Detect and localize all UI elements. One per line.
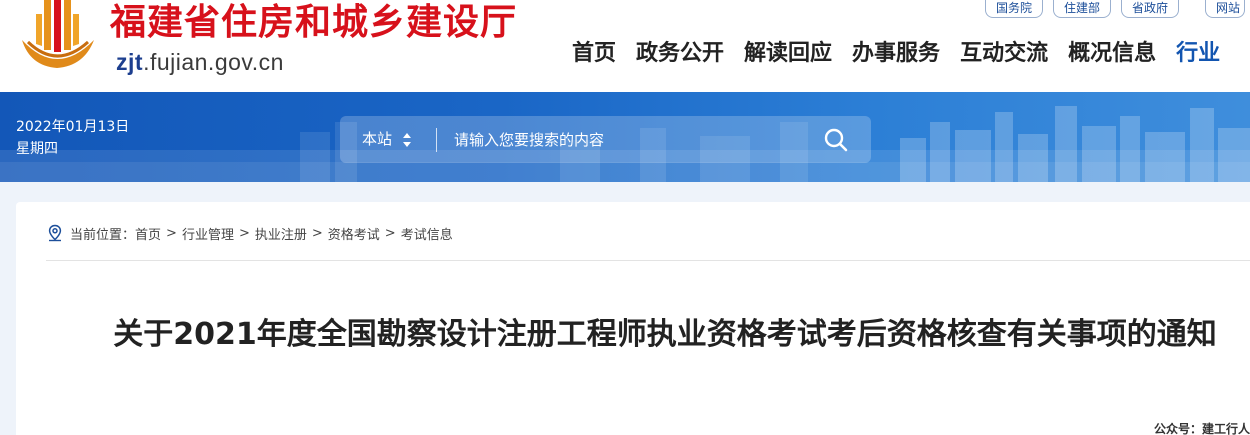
nav-item-gov-affairs[interactable]: 政务公开 (626, 38, 734, 70)
breadcrumb-item-qualification-exam[interactable]: 资格考试 (328, 224, 380, 243)
breadcrumb-separator: > (384, 225, 396, 241)
weekday-text: 星期四 (16, 141, 58, 157)
location-pin-icon (48, 224, 62, 242)
search-scope-select[interactable]: 本站 (362, 116, 392, 163)
sort-arrows-icon[interactable] (402, 131, 412, 149)
search-bar: 本站 (340, 116, 871, 163)
emblem-logo-icon[interactable] (14, 0, 100, 72)
nav-item-industry[interactable]: 行业 (1166, 38, 1230, 70)
top-link-state-council[interactable]: 国务院 (985, 0, 1044, 18)
site-header: 福建省住房和城乡建设厅 zjt.fujian.gov.cn 国务院 住建部 省政… (0, 0, 1250, 92)
search-input[interactable] (454, 126, 814, 154)
top-link-site[interactable]: 网站 (1205, 0, 1246, 18)
article-title: 关于2021年度全国勘察设计注册工程师执业资格考试考后资格核查有关事项的通知 (113, 317, 1217, 352)
search-icon[interactable] (820, 124, 852, 156)
site-title[interactable]: 福建省住房和城乡建设厅 (110, 0, 517, 44)
breadcrumb-separator: > (166, 225, 177, 241)
breadcrumb-item-exam-info[interactable]: 考试信息 (401, 224, 453, 243)
top-link-mohurd[interactable]: 住建部 (1053, 0, 1112, 18)
breadcrumb-prefix: 当前位置： (70, 227, 136, 243)
main-nav: 首页 政务公开 解读回应 办事服务 互动交流 概况信息 行业 (562, 38, 1230, 70)
nav-item-home[interactable]: 首页 (562, 38, 626, 70)
breadcrumb: 当前位置： 首页 > 行业管理 > 执业注册 > 资格考试 > 考试信息 (46, 222, 453, 244)
breadcrumb-divider (46, 260, 1250, 261)
top-links: 国务院 住建部 省政府 网站 (985, 0, 1246, 18)
search-divider (436, 128, 437, 152)
current-date: 2022年01月13日 星期四 (16, 116, 129, 160)
site-domain[interactable]: zjt.fujian.gov.cn (116, 48, 284, 76)
watermark-text: 公众号：建工行人 (1153, 422, 1250, 435)
breadcrumb-item-registration[interactable]: 执业注册 (255, 224, 307, 243)
domain-prefix: zjt (116, 49, 144, 75)
nav-item-interpretation[interactable]: 解读回应 (734, 38, 842, 70)
breadcrumb-item-industry-management[interactable]: 行业管理 (182, 224, 234, 243)
nav-item-interaction[interactable]: 互动交流 (950, 38, 1058, 70)
breadcrumb-item-home[interactable]: 首页 (135, 224, 161, 243)
breadcrumb-separator: > (311, 225, 323, 241)
nav-item-services[interactable]: 办事服务 (842, 38, 950, 70)
breadcrumb-separator: > (238, 225, 250, 241)
top-link-provincial-gov[interactable]: 省政府 (1121, 0, 1180, 18)
nav-item-overview[interactable]: 概况信息 (1058, 38, 1166, 70)
date-text: 2022年01月13日 (16, 119, 130, 135)
banner: 2022年01月13日 星期四 本站 (0, 92, 1250, 182)
domain-rest: .fujian.gov.cn (143, 49, 284, 75)
